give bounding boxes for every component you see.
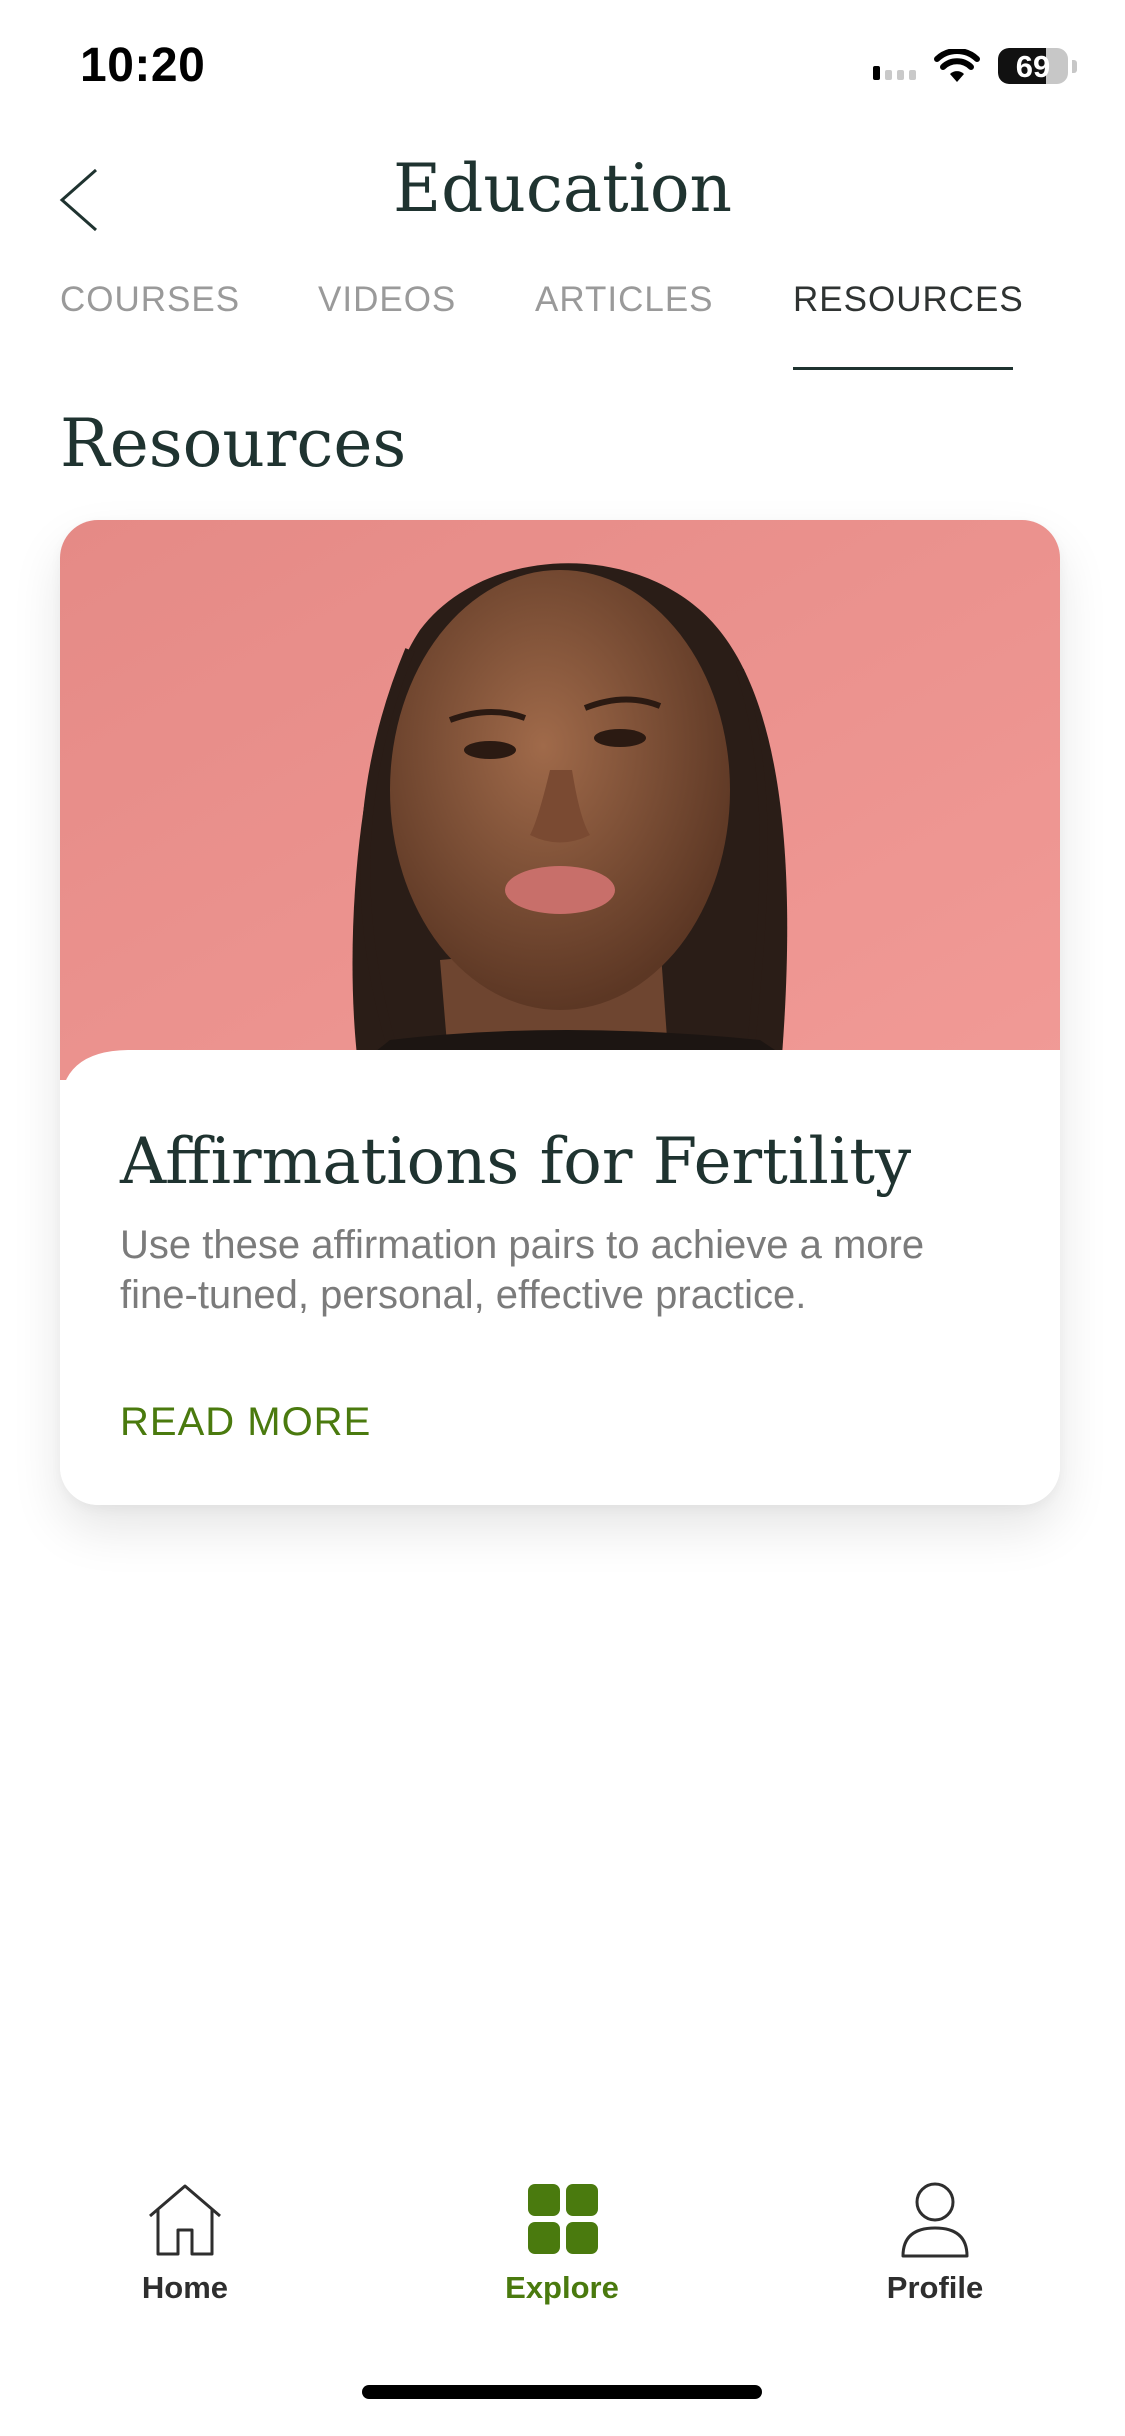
tab-videos[interactable]: VIDEOS <box>318 280 456 320</box>
tab-resources[interactable]: RESOURCES <box>793 280 1024 320</box>
resource-card[interactable]: Affirmations for Fertility Use these aff… <box>60 520 1060 1505</box>
grid-icon <box>528 2184 598 2254</box>
read-more-link[interactable]: READ MORE <box>120 1400 371 1445</box>
status-time: 10:20 <box>80 39 206 92</box>
tab-articles[interactable]: ARTICLES <box>535 280 714 320</box>
nav-explore-label: Explore <box>505 2270 619 2305</box>
home-icon <box>149 2184 221 2256</box>
bottom-nav: Home Explore Profile <box>0 2180 1125 2340</box>
status-icons: 69 <box>873 48 1077 84</box>
battery-tip <box>1072 59 1077 73</box>
nav-profile-label: Profile <box>886 2270 984 2305</box>
home-indicator[interactable] <box>362 2385 762 2399</box>
active-tab-indicator <box>793 367 1013 370</box>
battery-icon: 69 <box>998 48 1068 84</box>
page-title: Education <box>392 150 733 227</box>
card-image <box>60 520 1060 1080</box>
person-icon <box>901 2182 969 2258</box>
nav-explore[interactable]: Explore <box>437 2180 687 2306</box>
wifi-icon <box>934 49 980 82</box>
nav-home[interactable]: Home <box>60 2180 310 2306</box>
card-title: Affirmations for Fertility <box>120 1125 912 1199</box>
cellular-signal-icon <box>873 52 916 80</box>
section-title: Resources <box>60 405 407 482</box>
status-bar: 10:20 69 <box>0 0 1125 140</box>
tab-courses[interactable]: COURSES <box>60 280 240 320</box>
nav-profile[interactable]: Profile <box>810 2180 1060 2306</box>
nav-home-label: Home <box>141 2270 229 2305</box>
card-description: Use these affirmation pairs to achieve a… <box>120 1223 925 1317</box>
battery-level: 69 <box>1015 49 1051 84</box>
